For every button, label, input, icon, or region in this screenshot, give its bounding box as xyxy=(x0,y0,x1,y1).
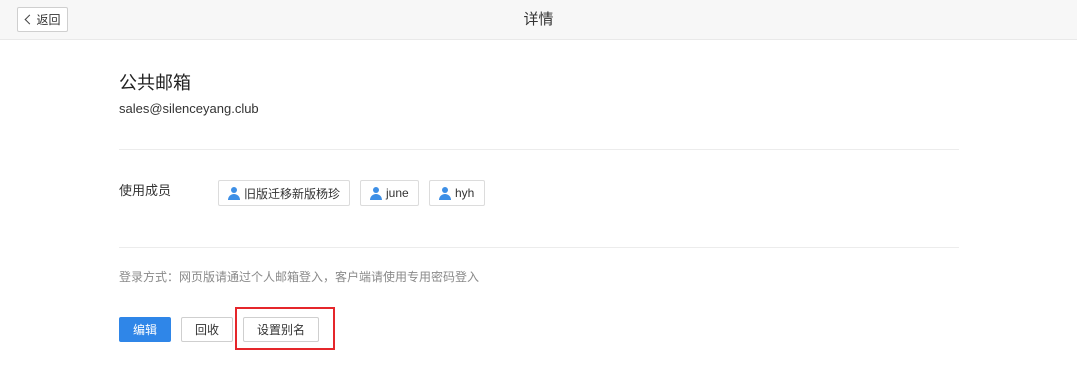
login-method-info: 登录方式：网页版请通过个人邮箱登入，客户端请使用专用密码登入 xyxy=(119,270,480,284)
user-icon xyxy=(228,186,240,200)
divider xyxy=(119,149,959,150)
member-name: 旧版迁移新版杨珍 xyxy=(244,186,341,201)
member-tag[interactable]: hyh xyxy=(429,180,485,206)
mailbox-name: 公共邮箱 xyxy=(119,73,191,93)
member-tag[interactable]: june xyxy=(360,180,419,206)
member-tag[interactable]: 旧版迁移新版杨珍 xyxy=(218,180,350,206)
members-label: 使用成员 xyxy=(119,183,172,198)
set-alias-button[interactable]: 设置别名 xyxy=(243,317,319,342)
page-title: 详情 xyxy=(523,11,554,28)
user-icon xyxy=(370,186,382,200)
user-icon xyxy=(439,186,451,200)
member-name: hyh xyxy=(455,186,475,200)
top-bar: 返回 详情 xyxy=(0,0,1077,40)
divider xyxy=(119,247,959,248)
mailbox-address: sales@silenceyang.club xyxy=(119,101,259,116)
recycle-button[interactable]: 回收 xyxy=(181,317,233,342)
member-name: june xyxy=(386,186,409,200)
edit-button[interactable]: 编辑 xyxy=(119,317,171,342)
